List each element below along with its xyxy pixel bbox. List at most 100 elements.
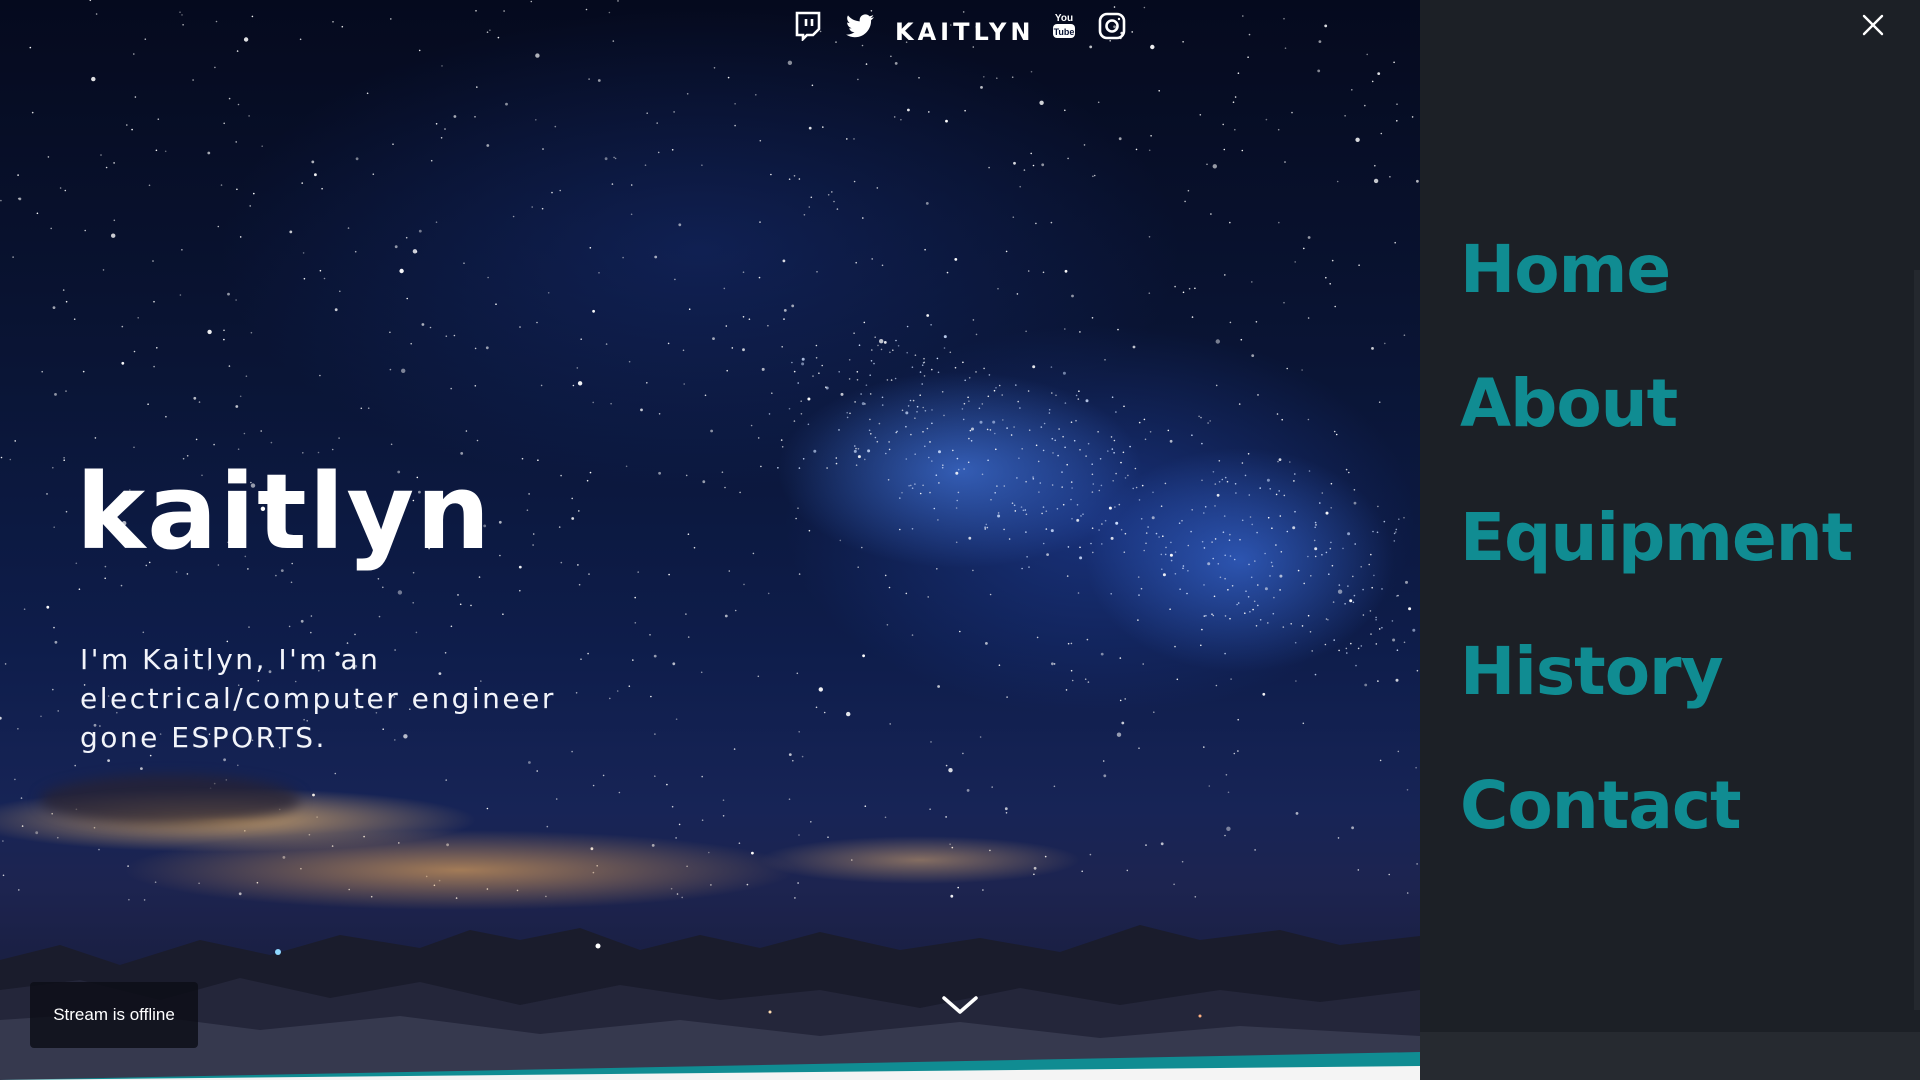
star	[846, 711, 851, 717]
star	[1164, 553, 1167, 556]
star	[120, 584, 123, 587]
star	[1364, 104, 1366, 107]
star	[1330, 507, 1332, 509]
star	[893, 116, 896, 118]
star	[1394, 241, 1396, 244]
star	[1062, 435, 1064, 438]
star	[848, 378, 851, 380]
star	[1329, 547, 1332, 550]
star	[1259, 619, 1262, 621]
star	[1353, 594, 1356, 597]
star	[1301, 625, 1304, 627]
star	[996, 485, 998, 487]
star	[1067, 642, 1070, 645]
star	[653, 654, 657, 658]
star	[1370, 633, 1372, 635]
nav-item-equipment[interactable]: Equipment	[1460, 490, 1853, 624]
star	[853, 332, 855, 335]
star	[748, 318, 751, 321]
stream-status-badge[interactable]: Stream is offline	[30, 982, 198, 1048]
star	[796, 672, 799, 675]
star	[82, 370, 85, 373]
star	[807, 397, 811, 401]
scrollbar[interactable]	[1914, 270, 1920, 1010]
star	[1333, 639, 1335, 641]
star	[687, 533, 690, 535]
star	[1108, 506, 1112, 510]
star	[1232, 101, 1235, 103]
star	[113, 162, 115, 164]
star	[519, 326, 521, 328]
nav-item-contact[interactable]: Contact	[1460, 758, 1852, 892]
panel-footer	[1420, 1032, 1920, 1080]
star	[918, 77, 920, 79]
star	[390, 443, 393, 446]
twitch-icon[interactable]	[792, 10, 824, 42]
brand-name[interactable]: KAITLYN	[895, 18, 1031, 46]
star	[865, 384, 868, 387]
star	[979, 420, 983, 424]
star	[1025, 513, 1028, 516]
star	[929, 491, 931, 494]
star	[702, 480, 706, 484]
star	[133, 446, 135, 449]
star	[89, 0, 92, 2]
star	[1412, 628, 1416, 632]
star	[288, 625, 291, 628]
star	[1366, 53, 1368, 56]
star	[1333, 430, 1336, 433]
star	[1211, 541, 1213, 543]
star	[926, 427, 929, 430]
nav-item-home[interactable]: Home	[1460, 222, 1852, 356]
star	[1294, 473, 1296, 475]
chevron-down-icon[interactable]	[940, 990, 980, 1020]
twitter-icon[interactable]	[844, 10, 876, 42]
star	[993, 389, 996, 392]
star	[880, 348, 883, 351]
star	[827, 194, 830, 196]
star	[1354, 543, 1356, 545]
youtube-icon[interactable]: You Tube	[1048, 10, 1080, 42]
star	[1085, 399, 1089, 403]
star	[17, 174, 19, 176]
star	[987, 459, 989, 462]
star	[1214, 483, 1217, 485]
star	[942, 464, 944, 467]
star	[782, 259, 786, 263]
star	[463, 262, 465, 265]
star	[1253, 600, 1256, 603]
star	[955, 541, 958, 544]
star	[743, 583, 745, 586]
star	[1249, 611, 1251, 613]
star	[1065, 689, 1068, 691]
star	[637, 571, 639, 573]
star	[275, 574, 277, 577]
star	[1135, 148, 1138, 151]
star	[597, 79, 601, 82]
star	[807, 423, 810, 426]
star	[914, 453, 916, 456]
nav-item-history[interactable]: History	[1460, 624, 1852, 758]
star	[936, 357, 939, 360]
star	[1372, 530, 1374, 533]
star	[1257, 584, 1259, 586]
star	[1091, 473, 1094, 476]
star	[1218, 481, 1221, 483]
star	[1210, 213, 1212, 215]
star	[967, 396, 969, 399]
close-icon[interactable]	[1860, 12, 1886, 38]
star	[791, 304, 795, 308]
star	[1224, 834, 1226, 837]
star	[1097, 101, 1100, 104]
nav-item-about[interactable]: About	[1460, 356, 1852, 490]
star	[946, 271, 949, 274]
instagram-icon[interactable]	[1096, 10, 1128, 42]
star	[1073, 439, 1076, 442]
star	[1013, 161, 1016, 165]
star	[899, 528, 901, 531]
star	[1213, 595, 1216, 598]
star	[1321, 554, 1323, 556]
star	[1174, 285, 1176, 288]
star	[1083, 144, 1086, 146]
star	[1024, 509, 1027, 511]
